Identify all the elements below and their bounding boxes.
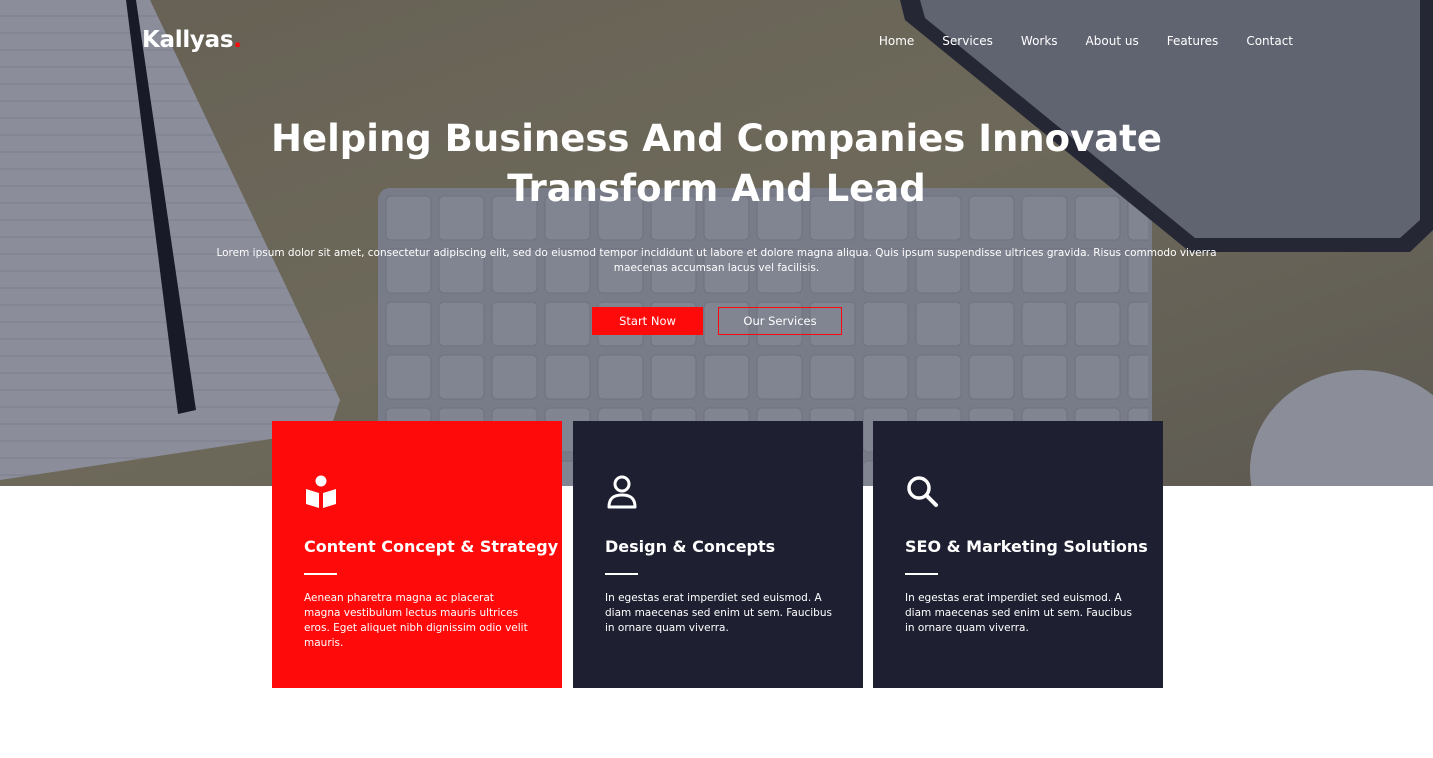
hero-description: Lorem ipsum dolor sit amet, consectetur … (216, 247, 1217, 274)
card-text: Aenean pharetra magna ac placerat magna … (304, 592, 528, 649)
nav-item-contact[interactable]: Contact (1246, 33, 1293, 49)
nav-item-home[interactable]: Home (879, 33, 914, 49)
hero-title: Helping Business And Companies Innovate … (0, 114, 1433, 214)
user-icon (605, 474, 639, 510)
nav-item-about-us[interactable]: About us (1086, 33, 1139, 49)
nav-item-services[interactable]: Services (942, 33, 993, 49)
brand-logo[interactable]: Kallyas. (142, 27, 242, 53)
nav-item-features[interactable]: Features (1167, 33, 1219, 49)
nav-item-works[interactable]: Works (1021, 33, 1058, 49)
card-divider (905, 573, 938, 575)
start-now-button[interactable]: Start Now (592, 307, 703, 335)
service-card-content-strategy[interactable]: Content Concept & Strategy Aenean pharet… (272, 421, 562, 688)
card-text: In egestas erat imperdiet sed euismod. A… (905, 592, 1132, 634)
main-nav: Home Services Works About us Features Co… (851, 33, 1293, 49)
search-icon (905, 474, 939, 510)
service-cards: Content Concept & Strategy Aenean pharet… (272, 421, 1163, 688)
card-divider (304, 573, 337, 575)
hero-section: Kallyas. Home Services Works About us Fe… (0, 0, 1433, 486)
card-title: Design & Concepts (605, 537, 776, 556)
service-card-seo-marketing[interactable]: SEO & Marketing Solutions In egestas era… (873, 421, 1163, 688)
card-divider (605, 573, 638, 575)
card-title: SEO & Marketing Solutions (905, 537, 1148, 556)
book-reader-icon (304, 474, 338, 510)
brand-dot: . (233, 27, 242, 53)
hero-overlay (0, 0, 1433, 486)
brand-name: Kallyas (142, 27, 234, 53)
our-services-button[interactable]: Our Services (718, 307, 842, 335)
card-text: In egestas erat imperdiet sed euismod. A… (605, 592, 832, 634)
hero-title-line-2: Transform And Lead (507, 167, 926, 210)
hero-title-line-1: Helping Business And Companies Innovate (271, 117, 1162, 160)
service-card-design-concepts[interactable]: Design & Concepts In egestas erat imperd… (573, 421, 863, 688)
card-title: Content Concept & Strategy (304, 537, 559, 556)
